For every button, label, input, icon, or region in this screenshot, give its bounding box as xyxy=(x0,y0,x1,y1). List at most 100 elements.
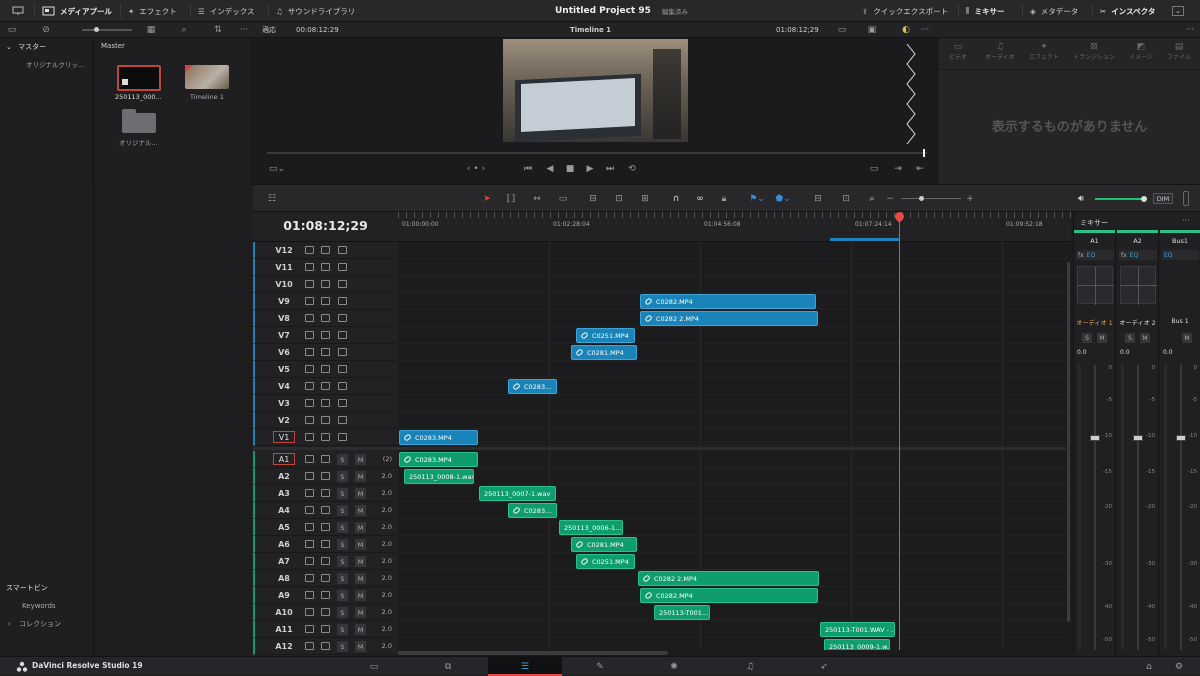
metadata-button[interactable]: ◈ メタデータ xyxy=(1030,0,1078,22)
lock-icon[interactable] xyxy=(305,297,314,305)
auto-select-icon[interactable] xyxy=(321,331,330,339)
play-icon[interactable]: ▶ xyxy=(583,163,597,175)
track-name[interactable]: V5 xyxy=(269,361,299,377)
video-clip[interactable]: C0282 2.MP4 xyxy=(640,311,818,326)
fader-knob[interactable] xyxy=(1090,435,1100,441)
audio-clip[interactable]: C0251.MP4 xyxy=(576,554,635,569)
zoom-detail-icon[interactable]: ⊡ xyxy=(837,193,855,205)
dynamic-trim-icon[interactable]: ↔ xyxy=(529,193,545,205)
solo-button[interactable]: S xyxy=(337,471,348,482)
audio-clip[interactable]: 250113_0009-1.w... xyxy=(824,639,890,650)
lock-icon[interactable] xyxy=(305,642,314,650)
audio-clip[interactable]: 250113_0008-1.wav xyxy=(404,469,474,484)
visibility-icon[interactable] xyxy=(338,433,347,441)
track-name[interactable]: A2 xyxy=(269,468,299,484)
solo-button[interactable]: S xyxy=(337,624,348,635)
visibility-icon[interactable] xyxy=(338,399,347,407)
mute-button[interactable]: M xyxy=(355,454,366,465)
lock-icon[interactable] xyxy=(305,472,314,480)
track-name[interactable]: A1 xyxy=(273,453,295,465)
replace-clip-icon[interactable]: ⊞ xyxy=(637,193,653,205)
audio-clip[interactable]: C0282 2.MP4 xyxy=(638,571,819,586)
lock-icon[interactable] xyxy=(305,382,314,390)
settings-gear-icon[interactable]: ⚙ xyxy=(1172,660,1186,673)
solo-button[interactable]: S xyxy=(337,505,348,516)
visibility-icon[interactable] xyxy=(338,382,347,390)
go-to-start-icon[interactable]: ⏮ xyxy=(521,163,535,175)
audio-lane[interactable] xyxy=(398,553,1071,570)
media-pool-button[interactable]: メディアプール xyxy=(42,0,112,22)
auto-select-icon[interactable] xyxy=(321,625,330,633)
marker-icon[interactable]: ⬟⌄ xyxy=(773,193,793,205)
folder-icon[interactable] xyxy=(122,109,156,133)
video-clip[interactable]: C0281.MP4 xyxy=(571,345,637,360)
track-name[interactable]: A3 xyxy=(269,485,299,501)
link-icon[interactable]: ⊘ xyxy=(40,25,52,35)
pan-control[interactable] xyxy=(1077,266,1114,305)
stop-icon[interactable]: ■ xyxy=(563,163,577,175)
mute-button[interactable]: M xyxy=(355,539,366,550)
track-name[interactable]: V11 xyxy=(269,259,299,275)
video-lane[interactable] xyxy=(398,412,1071,429)
visibility-icon[interactable] xyxy=(338,348,347,356)
match-frame-icon[interactable]: ▭ xyxy=(867,163,881,175)
track-name[interactable]: A12 xyxy=(269,638,299,654)
zoom-in-icon[interactable]: + xyxy=(965,193,975,205)
auto-select-icon[interactable] xyxy=(321,246,330,254)
jog-control[interactable]: ‹ • › xyxy=(459,163,493,175)
audio-clip[interactable]: 250113_0006-1.... xyxy=(559,520,623,535)
speaker-icon[interactable]: 🔊︎ xyxy=(1075,193,1087,205)
snapping-icon[interactable]: ∩ xyxy=(669,193,683,205)
mute-button[interactable]: M xyxy=(1097,333,1107,343)
mute-button[interactable]: M xyxy=(355,505,366,516)
lock-icon[interactable] xyxy=(305,416,314,424)
track-name[interactable]: V2 xyxy=(269,412,299,428)
track-name[interactable]: A7 xyxy=(269,553,299,569)
deliver-page-icon[interactable]: ➶ xyxy=(816,660,832,673)
auto-select-icon[interactable] xyxy=(321,263,330,271)
auto-select-icon[interactable] xyxy=(321,280,330,288)
visibility-icon[interactable] xyxy=(338,280,347,288)
lock-icon[interactable] xyxy=(305,331,314,339)
visibility-icon[interactable] xyxy=(338,297,347,305)
lock-icon[interactable] xyxy=(305,625,314,633)
track-name[interactable]: V1 xyxy=(273,431,295,443)
trim-tool-icon[interactable]: ⟦⟧ xyxy=(503,193,519,205)
track-name[interactable]: A9 xyxy=(269,587,299,603)
fusion-page-icon[interactable]: ✎ xyxy=(592,660,608,673)
selection-tool-icon[interactable]: ➤ xyxy=(481,193,493,205)
edit-page-tab[interactable]: ☰ xyxy=(488,657,562,676)
zoom-slider[interactable] xyxy=(901,196,961,201)
video-clip[interactable]: C0282.MP4 xyxy=(640,294,816,309)
solo-button[interactable]: S xyxy=(337,556,348,567)
quick-export-button[interactable]: ⇪ クイックエクスポート xyxy=(862,0,948,22)
timeline-view-options-icon[interactable]: ☷ xyxy=(263,193,281,205)
lock-icon[interactable] xyxy=(305,399,314,407)
sidebar-toggle-icon[interactable]: ▭ xyxy=(6,25,18,35)
insert-clip-icon[interactable]: ⊟ xyxy=(585,193,601,205)
solo-button[interactable]: S xyxy=(337,590,348,601)
flag-icon[interactable]: ⚑⌄ xyxy=(747,193,767,205)
master-bin[interactable]: ⌄ マスター xyxy=(6,42,46,52)
video-lane[interactable] xyxy=(398,378,1071,395)
overwrite-clip-icon[interactable]: ⊡ xyxy=(611,193,627,205)
solo-button[interactable]: S xyxy=(337,454,348,465)
original-clips-bin[interactable]: オリジナルクリッ... xyxy=(26,59,84,69)
timeline-select[interactable]: Timeline 1 xyxy=(570,22,611,38)
output-icon[interactable]: ▣ xyxy=(866,25,878,35)
audio-clip[interactable]: C0282.MP4 xyxy=(640,588,818,603)
mute-button[interactable]: M xyxy=(355,573,366,584)
lock-icon[interactable] xyxy=(305,246,314,254)
transform-icon[interactable]: ▭⌄ xyxy=(265,163,289,175)
lock-icon[interactable] xyxy=(305,314,314,322)
track-name[interactable]: A8 xyxy=(269,570,299,586)
inspector-button[interactable]: ✂ インスペクタ xyxy=(1100,0,1155,22)
track-name[interactable]: A4 xyxy=(269,502,299,518)
loop-icon[interactable]: ⟲ xyxy=(625,163,639,175)
auto-select-icon[interactable] xyxy=(321,506,330,514)
linked-selection-icon[interactable]: ∞ xyxy=(693,193,707,205)
viewer-options-icon[interactable]: ··· xyxy=(918,25,932,35)
inspector-tab-file[interactable]: ▤ ファイル xyxy=(1162,42,1196,61)
video-lane[interactable] xyxy=(398,344,1071,361)
effects-slot[interactable]: EQ xyxy=(1162,250,1199,260)
